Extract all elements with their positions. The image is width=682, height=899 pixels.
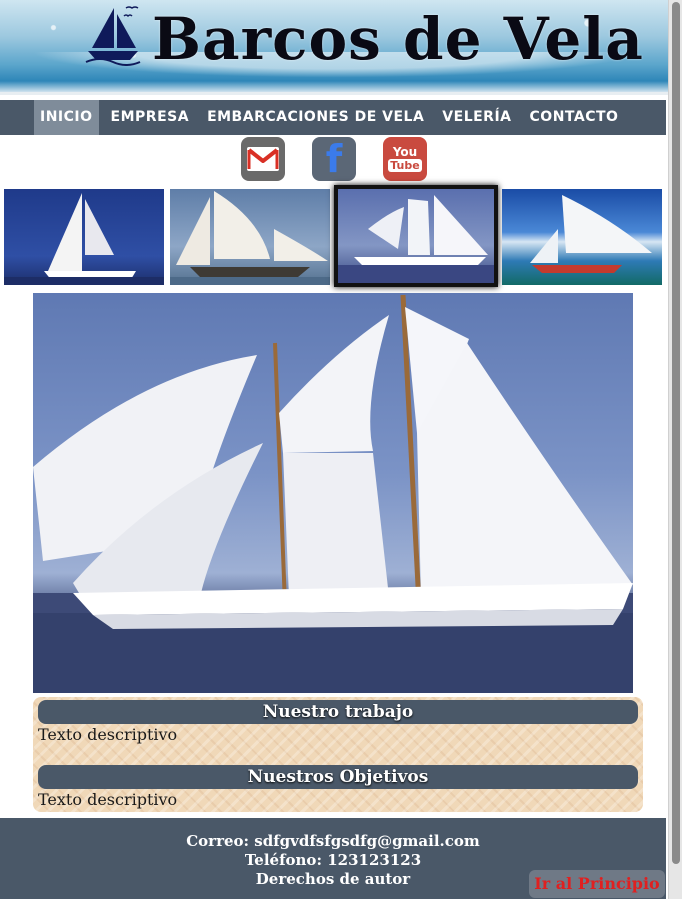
main-nav: INICIO EMPRESA EMBARCACIONES DE VELA VEL… bbox=[0, 100, 666, 135]
facebook-icon[interactable]: f bbox=[312, 137, 356, 181]
gallery-thumbnail[interactable] bbox=[170, 189, 330, 285]
facebook-glyph: f bbox=[325, 137, 343, 181]
social-links: f You Tube bbox=[0, 137, 666, 183]
nav-item-contacto[interactable]: CONTACTO bbox=[524, 100, 625, 135]
gmail-icon[interactable] bbox=[241, 137, 285, 181]
sailboat-logo-icon[interactable] bbox=[84, 4, 142, 66]
section-text-objetivos: Texto descriptivo bbox=[38, 790, 178, 809]
youtube-glyph-top: You bbox=[392, 145, 418, 159]
content-panel: Nuestro trabajo Texto descriptivo Nuestr… bbox=[33, 697, 643, 812]
nav-item-empresa[interactable]: EMPRESA bbox=[105, 100, 196, 135]
back-to-top-button[interactable]: Ir al Principio bbox=[529, 870, 665, 898]
thumbnail-gallery bbox=[0, 185, 666, 289]
section-text-trabajo: Texto descriptivo bbox=[38, 725, 178, 744]
section-title-objetivos: Nuestros Objetivos bbox=[38, 765, 638, 789]
gallery-thumbnail-selected[interactable] bbox=[334, 185, 498, 287]
gallery-thumbnail[interactable] bbox=[4, 189, 164, 285]
nav-item-embarcaciones[interactable]: EMBARCACIONES DE VELA bbox=[201, 100, 430, 135]
footer-phone: Teléfono: 123123123 bbox=[244, 851, 422, 869]
page-scrollbar[interactable] bbox=[668, 0, 682, 899]
scrollbar-thumb[interactable] bbox=[672, 2, 680, 864]
youtube-icon[interactable]: You Tube bbox=[383, 137, 427, 181]
section-title-trabajo: Nuestro trabajo bbox=[38, 700, 638, 724]
site-title: Barcos de Vela bbox=[152, 5, 644, 73]
footer-email[interactable]: Correo: sdfgvdfsfgsdfg@gmail.com bbox=[0, 832, 666, 851]
gallery-thumbnail[interactable] bbox=[502, 189, 662, 285]
featured-sailboat-image bbox=[33, 293, 633, 693]
youtube-glyph-bottom: Tube bbox=[388, 159, 422, 172]
nav-item-inicio[interactable]: INICIO bbox=[34, 100, 99, 135]
nav-item-veleria[interactable]: VELERÍA bbox=[436, 100, 517, 135]
site-header: Barcos de Vela bbox=[0, 0, 668, 95]
